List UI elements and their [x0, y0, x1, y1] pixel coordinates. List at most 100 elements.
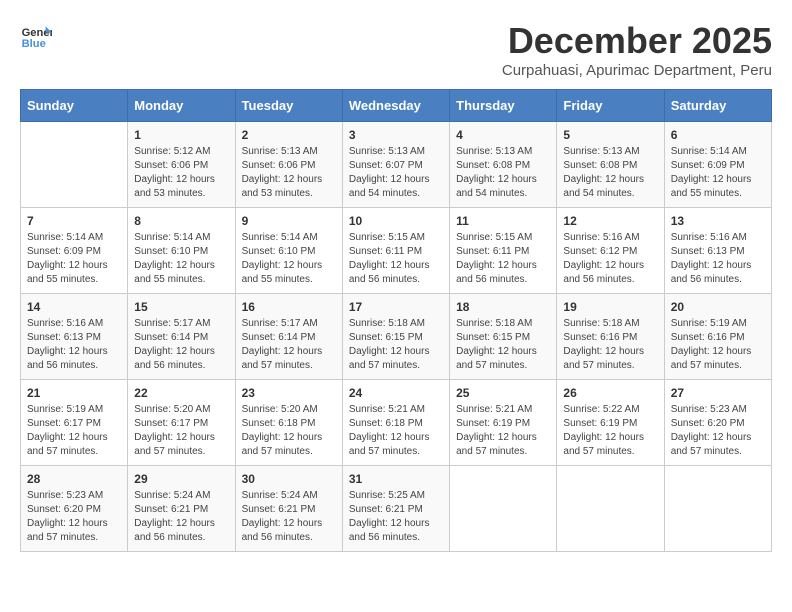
calendar-cell: 14 Sunrise: 5:16 AM Sunset: 6:13 PM Dayli…	[21, 294, 128, 380]
cell-info: Sunrise: 5:20 AM Sunset: 6:18 PM Dayligh…	[242, 403, 336, 459]
cell-info: Sunrise: 5:13 AM Sunset: 6:07 PM Dayligh…	[349, 145, 443, 201]
cell-info: Sunrise: 5:15 AM Sunset: 6:11 PM Dayligh…	[349, 231, 443, 287]
cell-info: Sunrise: 5:22 AM Sunset: 6:19 PM Dayligh…	[563, 403, 657, 459]
calendar-cell: 10 Sunrise: 5:15 AM Sunset: 6:11 PM Dayli…	[342, 208, 449, 294]
cell-info: Sunrise: 5:16 AM Sunset: 6:12 PM Dayligh…	[563, 231, 657, 287]
cell-info: Sunrise: 5:17 AM Sunset: 6:14 PM Dayligh…	[134, 317, 228, 373]
day-number: 18	[456, 300, 550, 314]
calendar-cell: 20 Sunrise: 5:19 AM Sunset: 6:16 PM Dayli…	[664, 294, 771, 380]
weekday-header-row: SundayMondayTuesdayWednesdayThursdayFrid…	[21, 90, 772, 122]
calendar-cell: 19Sunrise: 5:18 AM Sunset: 6:16 PM Dayli…	[557, 294, 664, 380]
header: General Blue December 2025 Curpahuasi, A…	[20, 20, 772, 79]
cell-info: Sunrise: 5:12 AM Sunset: 6:06 PM Dayligh…	[134, 145, 228, 201]
calendar-week-row: 14 Sunrise: 5:16 AM Sunset: 6:13 PM Dayli…	[21, 294, 772, 380]
calendar-cell: 31 Sunrise: 5:25 AM Sunset: 6:21 PM Dayli…	[342, 466, 449, 552]
day-number: 9	[242, 214, 336, 228]
cell-info: Sunrise: 5:25 AM Sunset: 6:21 PM Dayligh…	[349, 489, 443, 545]
day-number: 6	[671, 128, 765, 142]
day-number: 19	[563, 300, 657, 314]
cell-info: Sunrise: 5:20 AM Sunset: 6:17 PM Dayligh…	[134, 403, 228, 459]
day-number: 5	[563, 128, 657, 142]
cell-info: Sunrise: 5:13 AM Sunset: 6:06 PM Dayligh…	[242, 145, 336, 201]
calendar-cell: 9 Sunrise: 5:14 AM Sunset: 6:10 PM Daylig…	[235, 208, 342, 294]
title-area: December 2025 Curpahuasi, Apurimac Depar…	[502, 20, 772, 79]
calendar-table: SundayMondayTuesdayWednesdayThursdayFrid…	[20, 89, 772, 552]
calendar-cell: 4Sunrise: 5:13 AM Sunset: 6:08 PM Daylig…	[450, 122, 557, 208]
calendar-cell: 5 Sunrise: 5:13 AM Sunset: 6:08 PM Daylig…	[557, 122, 664, 208]
cell-info: Sunrise: 5:14 AM Sunset: 6:10 PM Dayligh…	[134, 231, 228, 287]
day-number: 15	[134, 300, 228, 314]
cell-info: Sunrise: 5:23 AM Sunset: 6:20 PM Dayligh…	[27, 489, 121, 545]
cell-info: Sunrise: 5:19 AM Sunset: 6:16 PM Dayligh…	[671, 317, 765, 373]
calendar-cell: 17Sunrise: 5:18 AM Sunset: 6:15 PM Dayli…	[342, 294, 449, 380]
cell-info: Sunrise: 5:24 AM Sunset: 6:21 PM Dayligh…	[134, 489, 228, 545]
cell-info: Sunrise: 5:13 AM Sunset: 6:08 PM Dayligh…	[563, 145, 657, 201]
day-number: 17	[349, 300, 443, 314]
calendar-cell	[21, 122, 128, 208]
cell-info: Sunrise: 5:14 AM Sunset: 6:10 PM Dayligh…	[242, 231, 336, 287]
day-number: 14	[27, 300, 121, 314]
day-number: 4	[456, 128, 550, 142]
calendar-cell: 24Sunrise: 5:21 AM Sunset: 6:18 PM Dayli…	[342, 380, 449, 466]
calendar-week-row: 21Sunrise: 5:19 AM Sunset: 6:17 PM Dayli…	[21, 380, 772, 466]
calendar-cell: 7Sunrise: 5:14 AM Sunset: 6:09 PM Daylig…	[21, 208, 128, 294]
day-number: 3	[349, 128, 443, 142]
calendar-cell	[664, 466, 771, 552]
calendar-cell: 11 Sunrise: 5:15 AM Sunset: 6:11 PM Dayli…	[450, 208, 557, 294]
day-number: 10	[349, 214, 443, 228]
calendar-cell: 8 Sunrise: 5:14 AM Sunset: 6:10 PM Daylig…	[128, 208, 235, 294]
day-number: 20	[671, 300, 765, 314]
calendar-cell: 27Sunrise: 5:23 AM Sunset: 6:20 PM Dayli…	[664, 380, 771, 466]
day-number: 23	[242, 386, 336, 400]
calendar-cell	[557, 466, 664, 552]
month-title: December 2025	[502, 20, 772, 62]
cell-info: Sunrise: 5:18 AM Sunset: 6:15 PM Dayligh…	[456, 317, 550, 373]
calendar-cell: 23 Sunrise: 5:20 AM Sunset: 6:18 PM Dayli…	[235, 380, 342, 466]
cell-info: Sunrise: 5:23 AM Sunset: 6:20 PM Dayligh…	[671, 403, 765, 459]
day-number: 2	[242, 128, 336, 142]
calendar-cell: 1 Sunrise: 5:12 AM Sunset: 6:06 PM Daylig…	[128, 122, 235, 208]
calendar-cell: 18 Sunrise: 5:18 AM Sunset: 6:15 PM Dayli…	[450, 294, 557, 380]
day-number: 12	[563, 214, 657, 228]
calendar-cell: 16Sunrise: 5:17 AM Sunset: 6:14 PM Dayli…	[235, 294, 342, 380]
cell-info: Sunrise: 5:21 AM Sunset: 6:19 PM Dayligh…	[456, 403, 550, 459]
day-number: 8	[134, 214, 228, 228]
calendar-cell: 22 Sunrise: 5:20 AM Sunset: 6:17 PM Dayli…	[128, 380, 235, 466]
cell-info: Sunrise: 5:14 AM Sunset: 6:09 PM Dayligh…	[671, 145, 765, 201]
calendar-week-row: 7Sunrise: 5:14 AM Sunset: 6:09 PM Daylig…	[21, 208, 772, 294]
logo: General Blue	[20, 20, 52, 52]
calendar-cell: 12 Sunrise: 5:16 AM Sunset: 6:12 PM Dayli…	[557, 208, 664, 294]
logo-icon: General Blue	[20, 20, 52, 52]
cell-info: Sunrise: 5:16 AM Sunset: 6:13 PM Dayligh…	[27, 317, 121, 373]
calendar-cell: 29 Sunrise: 5:24 AM Sunset: 6:21 PM Dayli…	[128, 466, 235, 552]
weekday-header: Tuesday	[235, 90, 342, 122]
weekday-header: Sunday	[21, 90, 128, 122]
weekday-header: Monday	[128, 90, 235, 122]
weekday-header: Friday	[557, 90, 664, 122]
cell-info: Sunrise: 5:19 AM Sunset: 6:17 PM Dayligh…	[27, 403, 121, 459]
svg-text:Blue: Blue	[22, 38, 46, 50]
calendar-cell	[450, 466, 557, 552]
weekday-header: Saturday	[664, 90, 771, 122]
calendar-cell: 13Sunrise: 5:16 AM Sunset: 6:13 PM Dayli…	[664, 208, 771, 294]
weekday-header: Thursday	[450, 90, 557, 122]
cell-info: Sunrise: 5:16 AM Sunset: 6:13 PM Dayligh…	[671, 231, 765, 287]
calendar-cell: 15 Sunrise: 5:17 AM Sunset: 6:14 PM Dayli…	[128, 294, 235, 380]
day-number: 22	[134, 386, 228, 400]
cell-info: Sunrise: 5:15 AM Sunset: 6:11 PM Dayligh…	[456, 231, 550, 287]
subtitle: Curpahuasi, Apurimac Department, Peru	[502, 62, 772, 79]
cell-info: Sunrise: 5:17 AM Sunset: 6:14 PM Dayligh…	[242, 317, 336, 373]
day-number: 30	[242, 472, 336, 486]
calendar-cell: 25Sunrise: 5:21 AM Sunset: 6:19 PM Dayli…	[450, 380, 557, 466]
day-number: 31	[349, 472, 443, 486]
day-number: 26	[563, 386, 657, 400]
day-number: 11	[456, 214, 550, 228]
day-number: 7	[27, 214, 121, 228]
weekday-header: Wednesday	[342, 90, 449, 122]
calendar-week-row: 28Sunrise: 5:23 AM Sunset: 6:20 PM Dayli…	[21, 466, 772, 552]
calendar-cell: 26 Sunrise: 5:22 AM Sunset: 6:19 PM Dayli…	[557, 380, 664, 466]
day-number: 1	[134, 128, 228, 142]
day-number: 29	[134, 472, 228, 486]
calendar-cell: 2 Sunrise: 5:13 AM Sunset: 6:06 PM Daylig…	[235, 122, 342, 208]
calendar-cell: 30Sunrise: 5:24 AM Sunset: 6:21 PM Dayli…	[235, 466, 342, 552]
